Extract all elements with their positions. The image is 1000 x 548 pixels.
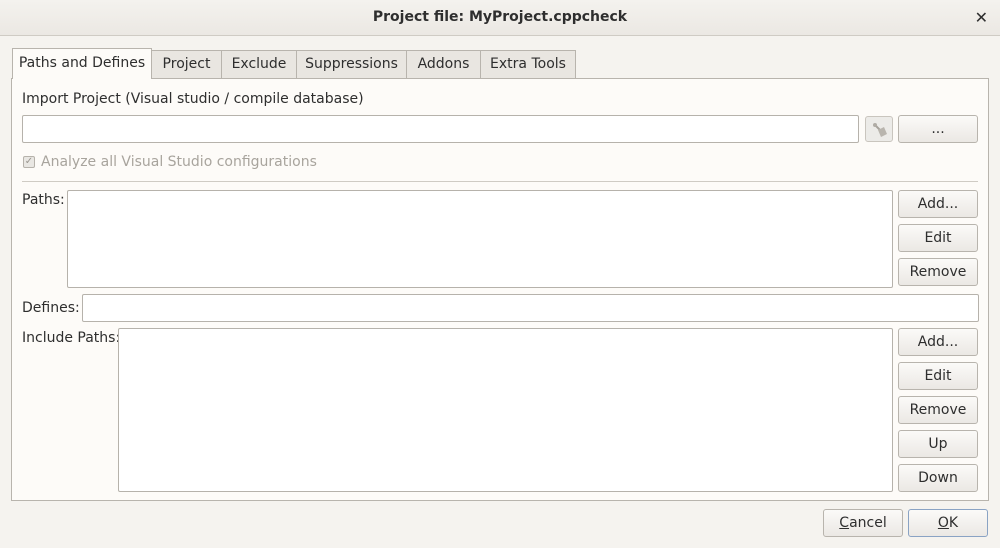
include-add-button[interactable]: Add... [898, 328, 978, 356]
include-down-button[interactable]: Down [898, 464, 978, 492]
include-paths-label: Include Paths: [22, 330, 121, 346]
tab-addons[interactable]: Addons [406, 50, 481, 78]
title-bar: Project file: MyProject.cppcheck ✕ [0, 0, 1000, 36]
defines-input[interactable] [82, 294, 979, 322]
tab-paths-and-defines[interactable]: Paths and Defines [12, 48, 152, 79]
tab-extra-tools[interactable]: Extra Tools [480, 50, 576, 78]
cancel-mnemonic: C [839, 515, 850, 531]
clear-broom-icon [873, 123, 887, 137]
include-paths-list[interactable] [118, 328, 893, 492]
tab-suppressions[interactable]: Suppressions [296, 50, 407, 78]
paths-edit-button[interactable]: Edit [898, 224, 978, 252]
analyze-all-checkbox[interactable]: ✓ [23, 156, 35, 168]
defines-label: Defines: [22, 300, 80, 316]
analyze-all-label: Analyze all Visual Studio configurations [41, 154, 317, 170]
import-project-label: Import Project (Visual studio / compile … [22, 91, 364, 107]
ok-mnemonic: O [937, 515, 949, 531]
include-remove-button[interactable]: Remove [898, 396, 978, 424]
cancel-label-rest: ancel [849, 515, 887, 531]
paths-label: Paths: [22, 192, 65, 208]
ok-button[interactable]: OK [908, 509, 988, 537]
include-up-button[interactable]: Up [898, 430, 978, 458]
import-project-input[interactable] [22, 115, 859, 143]
paths-add-button[interactable]: Add... [898, 190, 978, 218]
tab-project[interactable]: Project [151, 50, 222, 78]
ok-label-rest: K [948, 515, 959, 531]
paths-list[interactable] [67, 190, 893, 288]
include-edit-button[interactable]: Edit [898, 362, 978, 390]
cancel-button[interactable]: Cancel [823, 509, 903, 537]
tab-panel-paths-and-defines: Import Project (Visual studio / compile … [11, 78, 989, 501]
tab-exclude[interactable]: Exclude [221, 50, 297, 78]
browse-import-button[interactable]: ... [898, 115, 978, 143]
separator [22, 181, 978, 182]
clear-import-button[interactable] [865, 116, 893, 142]
close-icon[interactable]: ✕ [975, 8, 988, 27]
paths-remove-button[interactable]: Remove [898, 258, 978, 286]
window-title: Project file: MyProject.cppcheck [372, 9, 628, 25]
